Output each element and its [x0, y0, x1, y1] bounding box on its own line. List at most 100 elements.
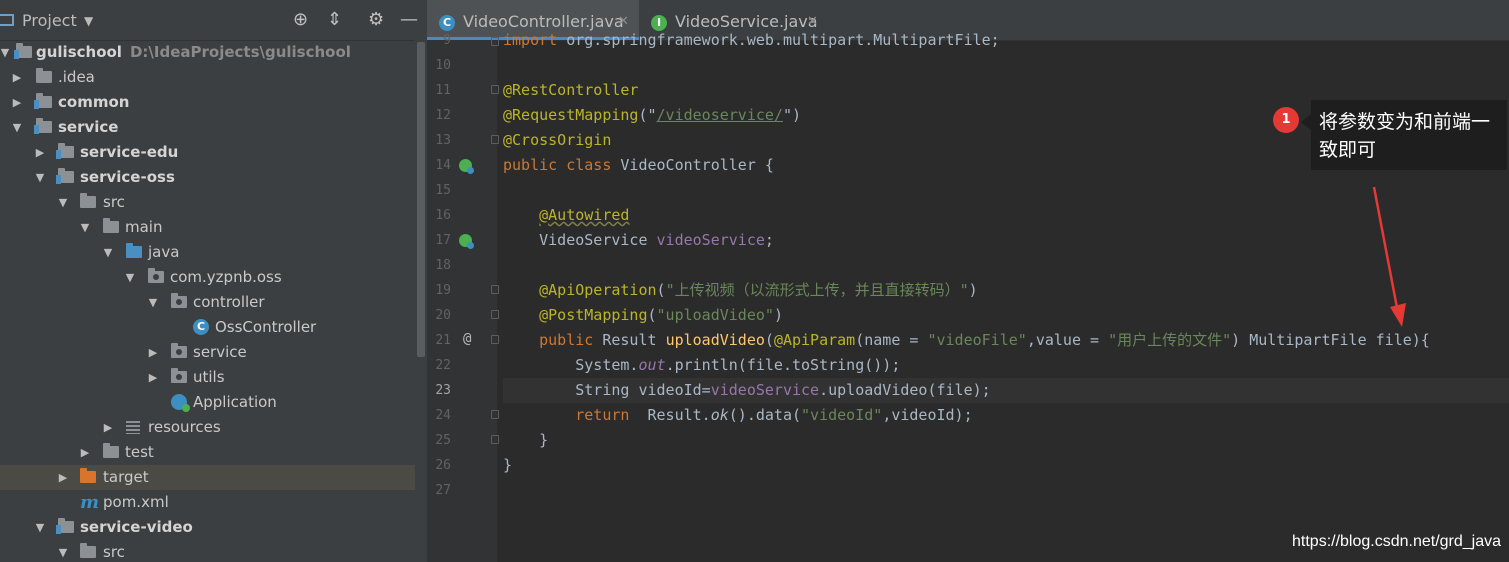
expand-arrow-icon[interactable]: ▼	[33, 165, 47, 190]
tree-item-src[interactable]: ▼ src	[0, 190, 415, 215]
expand-arrow-icon[interactable]: ▼	[78, 215, 92, 240]
tree-item-service[interactable]: ▼ service	[0, 115, 415, 140]
collapse-all-icon[interactable]: ⇕	[327, 10, 342, 30]
expand-arrow-icon[interactable]: ▶	[146, 365, 160, 390]
expand-arrow-icon[interactable]: ▶	[10, 90, 24, 115]
folder-icon	[80, 543, 96, 558]
expand-arrow-icon[interactable]: ▼	[10, 115, 24, 140]
tree-item-pom[interactable]: m pom.xml	[0, 490, 415, 515]
fold-marker-icon[interactable]	[491, 435, 499, 444]
fold-marker-icon[interactable]	[491, 135, 499, 144]
tree-item-test[interactable]: ▶ test	[0, 440, 415, 465]
package-icon	[171, 368, 187, 383]
line-number: 10	[435, 58, 451, 73]
minimize-icon[interactable]: —	[400, 10, 418, 30]
folder-icon	[103, 218, 119, 233]
tree-item-common[interactable]: ▶ common	[0, 90, 415, 115]
tree-item-label: java	[148, 243, 180, 261]
tree-item-label: com.yzpnb.oss	[170, 268, 282, 286]
tree-item-label: gulischool	[36, 43, 122, 61]
tree-item-java[interactable]: ▼ java	[0, 240, 415, 265]
spring-app-class-icon	[171, 394, 190, 412]
tree-item-service-video[interactable]: ▼ service-video	[0, 515, 415, 540]
code-line-21: public Result uploadVideo(@ApiParam(name…	[539, 331, 1430, 349]
tree-item-label: pom.xml	[103, 493, 169, 511]
line-number: 24	[435, 408, 451, 423]
fold-marker-icon[interactable]	[491, 335, 499, 344]
tree-item-service-edu[interactable]: ▶ service-edu	[0, 140, 415, 165]
tree-item-main[interactable]: ▼ main	[0, 215, 415, 240]
line-number: 27	[435, 483, 451, 498]
line-number: 19	[435, 283, 451, 298]
project-scrollbar[interactable]	[415, 40, 427, 562]
code-line-23: String videoId=videoService.uploadVideo(…	[503, 378, 1509, 403]
tree-item-utils[interactable]: ▶ utils	[0, 365, 415, 390]
project-view-selector[interactable]: Project	[22, 11, 77, 30]
expand-arrow-icon[interactable]: ▼	[123, 265, 137, 290]
tree-item-controller[interactable]: ▼ controller	[0, 290, 415, 315]
spring-autowired-icon[interactable]	[459, 234, 474, 249]
tree-item-label: main	[125, 218, 163, 236]
code-line-9: import org.springframework.web.multipart…	[503, 31, 1000, 49]
line-number: 21	[435, 333, 451, 348]
tree-item-gulischool[interactable]: ▼ gulischool D:\IdeaProjects\gulischool	[0, 40, 415, 65]
expand-arrow-icon[interactable]: ▼	[146, 290, 160, 315]
line-number: 15	[435, 183, 451, 198]
code-line-25: }	[539, 431, 549, 449]
fold-marker-icon[interactable]	[491, 285, 499, 294]
tree-item-service-pkg[interactable]: ▶ service	[0, 340, 415, 365]
chevron-down-icon[interactable]: ▼	[84, 14, 93, 28]
tree-item-osscontroller[interactable]: C OssController	[0, 315, 415, 340]
expand-arrow-icon[interactable]: ▶	[146, 340, 160, 365]
expand-arrow-icon[interactable]: ▼	[56, 540, 70, 562]
annotation-callout: 将参数变为和前端一致即可	[1301, 100, 1507, 170]
tree-item-target[interactable]: ▶ target	[0, 465, 415, 490]
line-number: 23	[435, 383, 451, 398]
tree-item-service-oss[interactable]: ▼ service-oss	[0, 165, 415, 190]
spring-bean-icon[interactable]	[459, 159, 474, 174]
line-number: 25	[435, 433, 451, 448]
tree-item-label: OssController	[215, 318, 317, 336]
code-line-24: return Result.ok().data("videoId",videoI…	[575, 406, 973, 424]
project-panel: Project ▼ ⊕ ⇕ ⚙ — ▼ gulischool D:\IdeaPro…	[0, 0, 427, 562]
expand-arrow-icon[interactable]: ▶	[101, 415, 115, 440]
scrollbar-thumb[interactable]	[417, 42, 425, 357]
tree-item-idea[interactable]: ▶ .idea	[0, 65, 415, 90]
expand-arrow-icon[interactable]: ▼	[56, 190, 70, 215]
tree-item-label: Application	[193, 393, 277, 411]
tree-item-src-video[interactable]: ▼ src	[0, 540, 415, 562]
expand-arrow-icon[interactable]: ▶	[10, 65, 24, 90]
tree-item-resources[interactable]: ▶ resources	[0, 415, 415, 440]
expand-arrow-icon[interactable]: ▼	[101, 240, 115, 265]
line-number: 17	[435, 233, 451, 248]
fold-marker-icon[interactable]	[491, 310, 499, 319]
package-icon	[148, 268, 164, 283]
package-icon	[171, 293, 187, 308]
fold-marker-icon[interactable]	[491, 410, 499, 419]
expand-arrow-icon[interactable]: ▼	[33, 515, 47, 540]
project-window-icon	[0, 14, 14, 26]
tree-item-application[interactable]: Application	[0, 390, 415, 415]
expand-arrow-icon[interactable]: ▶	[78, 440, 92, 465]
folder-icon	[103, 443, 119, 458]
tree-item-package[interactable]: ▼ com.yzpnb.oss	[0, 265, 415, 290]
code-line-22: System.out.println(file.toString());	[575, 356, 901, 374]
expand-arrow-icon[interactable]: ▶	[56, 465, 70, 490]
locate-icon[interactable]: ⊕	[293, 10, 308, 30]
excluded-folder-icon	[80, 468, 96, 483]
line-number: 14	[435, 158, 451, 173]
mapping-icon[interactable]: @	[463, 331, 471, 347]
expand-arrow-icon[interactable]: ▼	[0, 40, 12, 65]
fold-marker-icon[interactable]	[491, 37, 499, 46]
line-number: 22	[435, 358, 451, 373]
fold-marker-icon[interactable]	[491, 85, 499, 94]
gear-icon[interactable]: ⚙	[368, 10, 384, 30]
tree-item-label: .idea	[58, 68, 95, 86]
line-number: 13	[435, 133, 451, 148]
tree-item-label: common	[58, 93, 130, 111]
class-icon: C	[193, 319, 209, 335]
expand-arrow-icon[interactable]: ▶	[33, 140, 47, 165]
tree-item-label: controller	[193, 293, 265, 311]
maven-icon: m	[80, 492, 100, 513]
tree-item-label: resources	[148, 418, 221, 436]
